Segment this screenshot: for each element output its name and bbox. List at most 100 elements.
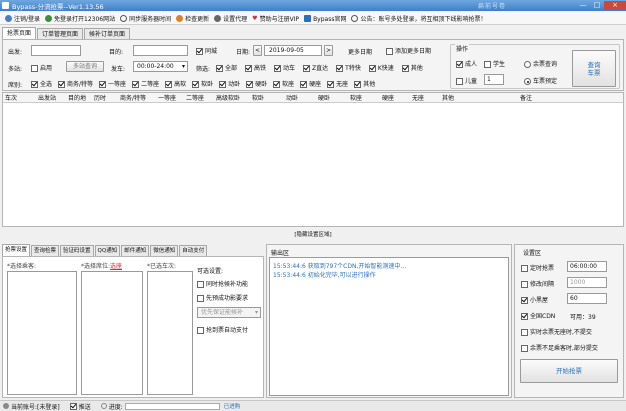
adult-check[interactable] — [456, 61, 463, 68]
query-tickets-button[interactable]: 查询 车票 — [572, 50, 616, 87]
toolbar-website-button[interactable]: Bypass官网 — [304, 12, 346, 25]
filter-gaotie-check[interactable] — [245, 65, 253, 72]
opt-waitlist-select[interactable]: 优先保证能候补 ▾ — [197, 307, 261, 318]
train-pick-list[interactable] — [147, 271, 193, 395]
seat-second-check[interactable] — [132, 81, 140, 88]
depart-input[interactable] — [31, 45, 81, 56]
child-check[interactable] — [456, 78, 463, 85]
interval-checkbox[interactable]: 修改间隔 — [521, 279, 554, 288]
seat-other-check[interactable] — [354, 81, 362, 88]
realtime-check[interactable] — [521, 329, 528, 336]
add-more-dates-checkbox[interactable]: 添加更多日期 — [386, 46, 431, 55]
date-next-button[interactable]: > — [324, 45, 333, 56]
opt-preorder-check[interactable] — [197, 295, 204, 302]
tongcheng-check[interactable] — [196, 48, 203, 55]
seat-first-check[interactable] — [99, 81, 107, 88]
student-check[interactable] — [484, 61, 491, 68]
tab-qq-notify[interactable]: QQ通知 — [94, 245, 121, 256]
seat-yingzuo[interactable]: 硬座 — [300, 79, 321, 88]
tab-mail-notify[interactable]: 邮件通知 — [121, 245, 150, 256]
multistation-query-button[interactable]: 多站查询 — [66, 61, 104, 72]
cdn-check[interactable] — [521, 313, 528, 320]
filter-all-check[interactable] — [216, 65, 223, 72]
adult-checkbox[interactable]: 成人 — [456, 59, 477, 68]
seat-all-check[interactable] — [31, 81, 38, 88]
toolbar-open-site-button[interactable]: 免登录打开12306网站 — [45, 12, 115, 25]
seat-ruanwo[interactable]: 软卧 — [192, 79, 213, 88]
scheduled-checkbox[interactable]: 定时抢票 — [521, 263, 554, 272]
tab-waitlist-page[interactable]: 候补订单页面 — [84, 28, 131, 39]
realtime-checkbox[interactable]: 实时余票无座时,不提交 — [521, 327, 592, 336]
seat-other[interactable]: 其他 — [354, 79, 375, 88]
seat-yingwo[interactable]: 硬卧 — [246, 79, 267, 88]
filter-t-check[interactable] — [336, 65, 344, 72]
seat-first[interactable]: 一等座 — [99, 79, 126, 88]
opt-autopay-check[interactable] — [197, 327, 204, 334]
seat-wuzuo[interactable]: 无座 — [327, 79, 348, 88]
seat-gaoruan[interactable]: 高软 — [165, 79, 186, 88]
cdn-checkbox[interactable]: 全国CDN — [521, 311, 555, 320]
darkroom-checkbox[interactable]: 小黑屋 — [521, 295, 548, 304]
minimize-button[interactable]: — — [576, 1, 590, 10]
multistation-enable-check[interactable] — [31, 65, 38, 72]
opt-waitlist-checkbox[interactable]: 同时抢候补功能 — [197, 279, 248, 288]
filter-k-check[interactable] — [368, 65, 376, 72]
seat-ruanwo-check[interactable] — [192, 81, 200, 88]
filter-other-check[interactable] — [401, 65, 409, 72]
filter-z-check[interactable] — [303, 65, 311, 72]
seat-pick-list[interactable] — [81, 271, 143, 395]
interval-stepper[interactable]: 1000 — [567, 277, 607, 288]
seat-second[interactable]: 二等座 — [132, 79, 159, 88]
darkroom-check[interactable] — [521, 297, 528, 304]
partial-checkbox[interactable]: 余票不足乘客时,部分提交 — [521, 343, 598, 352]
seat-business[interactable]: 商务/特等 — [58, 79, 93, 88]
partial-check[interactable] — [521, 345, 528, 352]
filter-other[interactable]: 其他 — [401, 63, 423, 72]
toolbar-sync-time-button[interactable]: 同步服务器时间 — [120, 12, 171, 25]
tab-ticket-settings[interactable]: 抢票设置 — [2, 244, 31, 256]
seat-dongwo-check[interactable] — [219, 81, 227, 88]
filter-k[interactable]: K快速 — [368, 63, 394, 72]
scheduled-check[interactable] — [521, 265, 528, 272]
opt-preorder-checkbox[interactable]: 先预成功影要求 — [197, 293, 248, 302]
add-more-dates-check[interactable] — [386, 48, 393, 55]
darkroom-stepper[interactable]: 60 — [567, 293, 607, 304]
interval-check[interactable] — [521, 281, 528, 288]
tab-wechat-notify[interactable]: 微信通知 — [150, 245, 179, 256]
seat-ruanzuo-check[interactable] — [273, 81, 281, 88]
multistation-enable-checkbox[interactable]: 启用 — [31, 63, 52, 72]
seat-yingwo-check[interactable] — [246, 81, 254, 88]
maximize-button[interactable]: □ — [590, 1, 604, 10]
seat-dongwo[interactable]: 动卧 — [219, 79, 240, 88]
toolbar-update-button[interactable]: 检查更新 — [176, 12, 209, 25]
seat-gaoruan-check[interactable] — [165, 81, 173, 88]
seat-ruanzuo[interactable]: 软座 — [273, 79, 294, 88]
tab-order-page[interactable]: 订单管理页面 — [37, 28, 84, 39]
toolbar-vip-button[interactable]: ♥ 赞助与注册VIP — [252, 12, 299, 25]
seat-yingzuo-check[interactable] — [300, 81, 308, 88]
filter-dongche[interactable]: 动车 — [274, 63, 295, 72]
opt-autopay-checkbox[interactable]: 抢到票自动支付 — [197, 325, 248, 334]
filter-t[interactable]: T特快 — [336, 63, 361, 72]
filter-z[interactable]: Z直达 — [303, 63, 328, 72]
seat-business-check[interactable] — [58, 81, 66, 88]
filter-gaotie[interactable]: 高铁 — [245, 63, 266, 72]
student-checkbox[interactable]: 学生 — [484, 59, 505, 68]
tab-ticket-page[interactable]: 抢票页面 — [2, 27, 37, 39]
dest-input[interactable] — [133, 45, 188, 56]
close-button[interactable]: × — [604, 1, 626, 10]
hide-settings-toggle[interactable]: [隐藏设置区域] — [0, 230, 626, 238]
push-check[interactable] — [69, 402, 77, 410]
left-query-radio-dot[interactable] — [524, 61, 531, 68]
toolbar-proxy-button[interactable]: 设置代理 — [214, 12, 247, 25]
date-prev-button[interactable]: < — [253, 45, 262, 56]
seat-pick-link[interactable]: 选座 — [110, 263, 122, 270]
seat-wuzuo-check[interactable] — [327, 81, 335, 88]
toolbar-login-button[interactable]: 注销/登录 — [5, 12, 40, 25]
booking-radio[interactable]: 车票预定 — [524, 76, 557, 85]
date-input[interactable]: 2019-09-05 — [264, 45, 322, 56]
scheduled-time-input[interactable]: 06:00:00 — [567, 261, 607, 272]
filter-dongche-check[interactable] — [274, 65, 282, 72]
filter-all[interactable]: 全部 — [216, 63, 237, 72]
child-count-stepper[interactable]: 1 — [484, 74, 504, 85]
